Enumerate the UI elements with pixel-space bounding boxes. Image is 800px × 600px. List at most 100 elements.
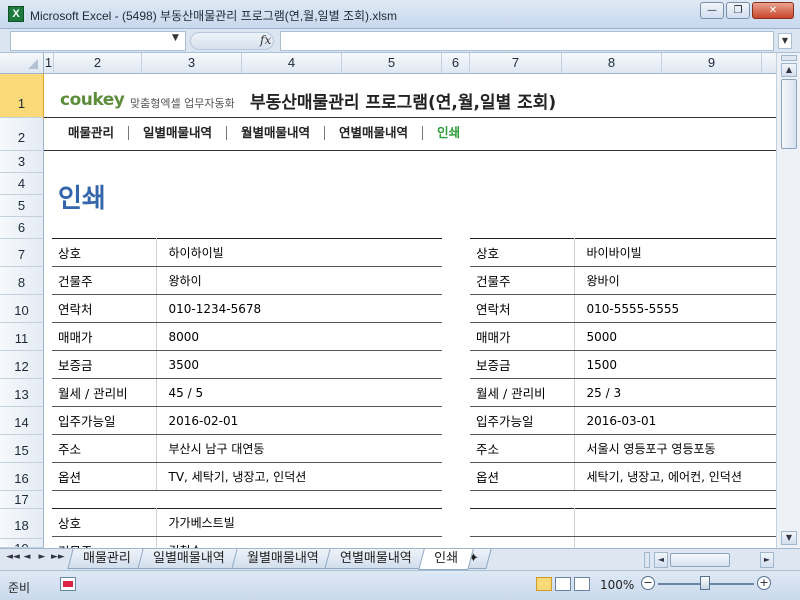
row-header[interactable]: 8 [0, 267, 44, 295]
field-value[interactable]: TV, 세탁기, 냉장고, 인덕션 [156, 462, 442, 491]
field-value[interactable]: 서울시 영등포구 영등포동 [574, 434, 776, 463]
row-header[interactable]: 12 [0, 351, 44, 379]
column-header[interactable]: 6 [442, 53, 470, 73]
field-value[interactable]: 8000 [156, 322, 442, 351]
split-handle[interactable] [781, 55, 797, 61]
nav-link-print[interactable]: 인쇄 [423, 126, 474, 140]
field-value[interactable]: 부산시 남구 대연동 [156, 434, 442, 463]
scroll-left-icon[interactable]: ◄ [654, 552, 668, 568]
nav-link-monthly[interactable]: 월별매물내역 [227, 126, 326, 140]
field-value[interactable]: 010-5555-5555 [574, 294, 776, 323]
column-header[interactable]: 1 [44, 53, 54, 73]
column-header[interactable]: 5 [342, 53, 442, 73]
row-header[interactable]: 1 [0, 74, 44, 118]
column-header[interactable]: 7 [470, 53, 562, 73]
row-header[interactable]: 14 [0, 407, 44, 435]
field-value[interactable]: 5000 [574, 322, 776, 351]
row-header[interactable]: 11 [0, 323, 44, 351]
macro-record-icon[interactable] [60, 577, 76, 591]
page-break-view-icon[interactable] [574, 577, 590, 591]
name-box-dropdown-icon[interactable]: ▼ [172, 33, 179, 43]
field-value[interactable]: 왕바이 [574, 266, 776, 295]
row-header[interactable]: 5 [0, 195, 44, 217]
row-header[interactable]: 3 [0, 151, 44, 173]
field-value[interactable]: 010-1234-5678 [156, 294, 442, 323]
field-value[interactable]: 1500 [574, 350, 776, 379]
select-all-corner[interactable] [0, 53, 44, 73]
nav-link-daily[interactable]: 일별매물내역 [129, 126, 228, 140]
normal-view-icon[interactable] [536, 577, 552, 591]
field-value[interactable]: 3500 [156, 350, 442, 379]
column-headers: 1 2 3 4 5 6 7 8 9 [0, 53, 776, 74]
field-value[interactable]: 세탁기, 냉장고, 에어컨, 인덕션 [574, 462, 776, 491]
sheet-tab[interactable]: 일별매물내역 [137, 549, 241, 569]
sheet-nav: 매물관리 일별매물내역 월별매물내역 연별매물내역 인쇄 [68, 126, 474, 140]
row-header[interactable]: 19 [0, 539, 44, 548]
insert-function-icon[interactable]: fx [260, 33, 271, 47]
field-value[interactable]: 하이하이빌 [156, 238, 442, 267]
nav-link-yearly[interactable]: 연별매물내역 [325, 126, 424, 140]
row-header[interactable]: 13 [0, 379, 44, 407]
field-value[interactable]: 2016-02-01 [156, 406, 442, 435]
column-header[interactable]: 8 [562, 53, 662, 73]
scroll-up-icon[interactable]: ▲ [781, 63, 797, 77]
row-header[interactable]: 15 [0, 435, 44, 463]
vertical-scroll-thumb[interactable] [781, 79, 797, 149]
excel-app-icon[interactable]: X [8, 6, 24, 22]
scroll-down-icon[interactable]: ▼ [781, 531, 797, 545]
field-value[interactable]: 45 / 5 [156, 378, 442, 407]
vertical-scrollbar[interactable]: ▲ ▼ [776, 53, 800, 548]
horizontal-scroll-thumb[interactable] [670, 553, 730, 567]
field-label: 연락처 [470, 294, 575, 323]
sheet-tab[interactable]: 연별매물내역 [324, 549, 428, 569]
zoom-in-icon[interactable]: + [757, 576, 771, 590]
nav-link-property-management[interactable]: 매물관리 [68, 126, 130, 140]
field-value[interactable]: 바이바이빌 [574, 238, 776, 267]
horizontal-scrollbar[interactable]: ◄ ► [644, 552, 774, 568]
last-sheet-icon[interactable]: ►► [51, 552, 65, 562]
column-header[interactable]: 4 [242, 53, 342, 73]
row-header[interactable]: 17 [0, 491, 44, 509]
page-layout-view-icon[interactable] [555, 577, 571, 591]
restore-button[interactable]: ❐ [726, 2, 750, 19]
title-divider [44, 117, 776, 118]
expand-formula-bar-icon[interactable]: ▼ [778, 33, 792, 49]
row-header[interactable]: 10 [0, 295, 44, 323]
row-header[interactable]: 2 [0, 118, 44, 151]
formula-input[interactable] [280, 31, 774, 51]
tab-split-handle[interactable] [644, 552, 650, 568]
row-header[interactable]: 4 [0, 173, 44, 195]
row-header[interactable]: 18 [0, 509, 44, 539]
next-sheet-icon[interactable]: ► [36, 552, 48, 562]
close-button[interactable]: ✕ [752, 2, 794, 19]
scroll-right-icon[interactable]: ► [760, 552, 774, 568]
prev-sheet-icon[interactable]: ◄ [21, 552, 33, 562]
zoom-slider-knob[interactable] [700, 576, 710, 590]
field-value[interactable] [574, 536, 776, 548]
section-title: 인쇄 [58, 184, 106, 214]
zoom-level[interactable]: 100% [600, 578, 634, 592]
column-header[interactable]: 9 [662, 53, 762, 73]
zoom-out-icon[interactable]: − [641, 576, 655, 590]
row-header[interactable]: 16 [0, 463, 44, 491]
field-value[interactable] [574, 508, 776, 537]
column-header[interactable]: 3 [142, 53, 242, 73]
first-sheet-icon[interactable]: ◄◄ [6, 552, 20, 562]
worksheet-grid[interactable]: coukey 맞춤형엑셀 업무자동화 부동산매물관리 프로그램(연,월,일별 조… [44, 74, 776, 548]
row-header[interactable]: 6 [0, 217, 44, 239]
formula-bar: ▼ fx ▼ [0, 29, 800, 53]
sheet-tab-active[interactable]: 인쇄 [418, 549, 474, 570]
sheet-tab[interactable]: 매물관리 [67, 549, 147, 569]
field-value[interactable]: 2016-03-01 [574, 406, 776, 435]
column-header[interactable]: 2 [54, 53, 142, 73]
field-value[interactable]: 김철수 [156, 536, 442, 548]
field-value[interactable]: 왕하이 [156, 266, 442, 295]
field-value[interactable]: 25 / 3 [574, 378, 776, 407]
sheet-tab-navigation: ◄◄ ◄ ► ►► [6, 552, 65, 562]
sheet-tab-bar: ◄◄ ◄ ► ►► 매물관리 일별매물내역 월별매물내역 연별매물내역 인쇄 ✦… [0, 548, 800, 570]
minimize-button[interactable]: — [700, 2, 724, 19]
row-header[interactable]: 7 [0, 239, 44, 267]
field-value[interactable]: 가가베스트빌 [156, 508, 442, 537]
name-box[interactable] [10, 31, 186, 51]
sheet-tab[interactable]: 월별매물내역 [230, 549, 335, 569]
